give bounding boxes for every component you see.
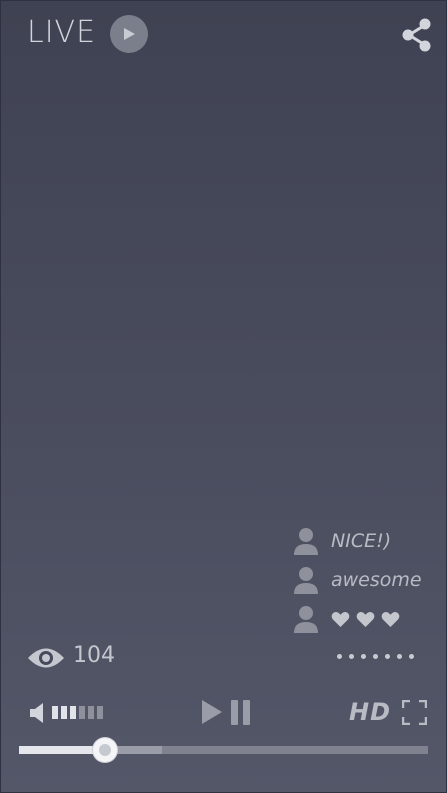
speaker-icon[interactable] [29, 702, 47, 724]
heart-icon [381, 611, 400, 627]
dot [409, 654, 414, 659]
volume-level-bar [52, 706, 58, 719]
live-player-screen: LIVE NICE!) awesome 104 HD [0, 0, 447, 793]
eye-icon [28, 648, 64, 668]
volume-slider[interactable] [52, 706, 103, 719]
play-circle-icon[interactable] [110, 15, 148, 53]
progress-bar[interactable] [19, 738, 428, 762]
chat-message: NICE!) [293, 525, 391, 557]
dots-icon[interactable] [337, 654, 414, 659]
dot [349, 654, 354, 659]
volume-level-bar [61, 706, 67, 719]
share-icon[interactable] [402, 18, 432, 52]
chat-hearts [331, 611, 400, 628]
chat-message-text: NICE!) [331, 530, 392, 552]
play-icon[interactable] [201, 699, 223, 725]
chat-message-text: awesome [331, 569, 422, 591]
progress-handle[interactable] [92, 738, 117, 762]
pause-icon[interactable] [230, 700, 252, 725]
dot [373, 654, 378, 659]
user-icon [294, 567, 318, 594]
heart-icon [356, 611, 375, 627]
volume-level-bar [88, 706, 94, 719]
viewer-count: 104 [73, 643, 115, 668]
user-icon [294, 528, 318, 555]
heart-icon [331, 611, 350, 627]
chat-message [293, 603, 400, 635]
dot [361, 654, 366, 659]
volume-level-bar [97, 706, 103, 719]
dot [397, 654, 402, 659]
live-label: LIVE [27, 15, 97, 50]
quality-label[interactable]: HD [349, 698, 391, 726]
user-icon [294, 606, 318, 633]
dot [385, 654, 390, 659]
chat-message: awesome [293, 564, 422, 596]
fullscreen-icon[interactable] [402, 700, 427, 725]
dot [337, 654, 342, 659]
volume-level-bar [70, 706, 76, 719]
volume-level-bar [79, 706, 85, 719]
